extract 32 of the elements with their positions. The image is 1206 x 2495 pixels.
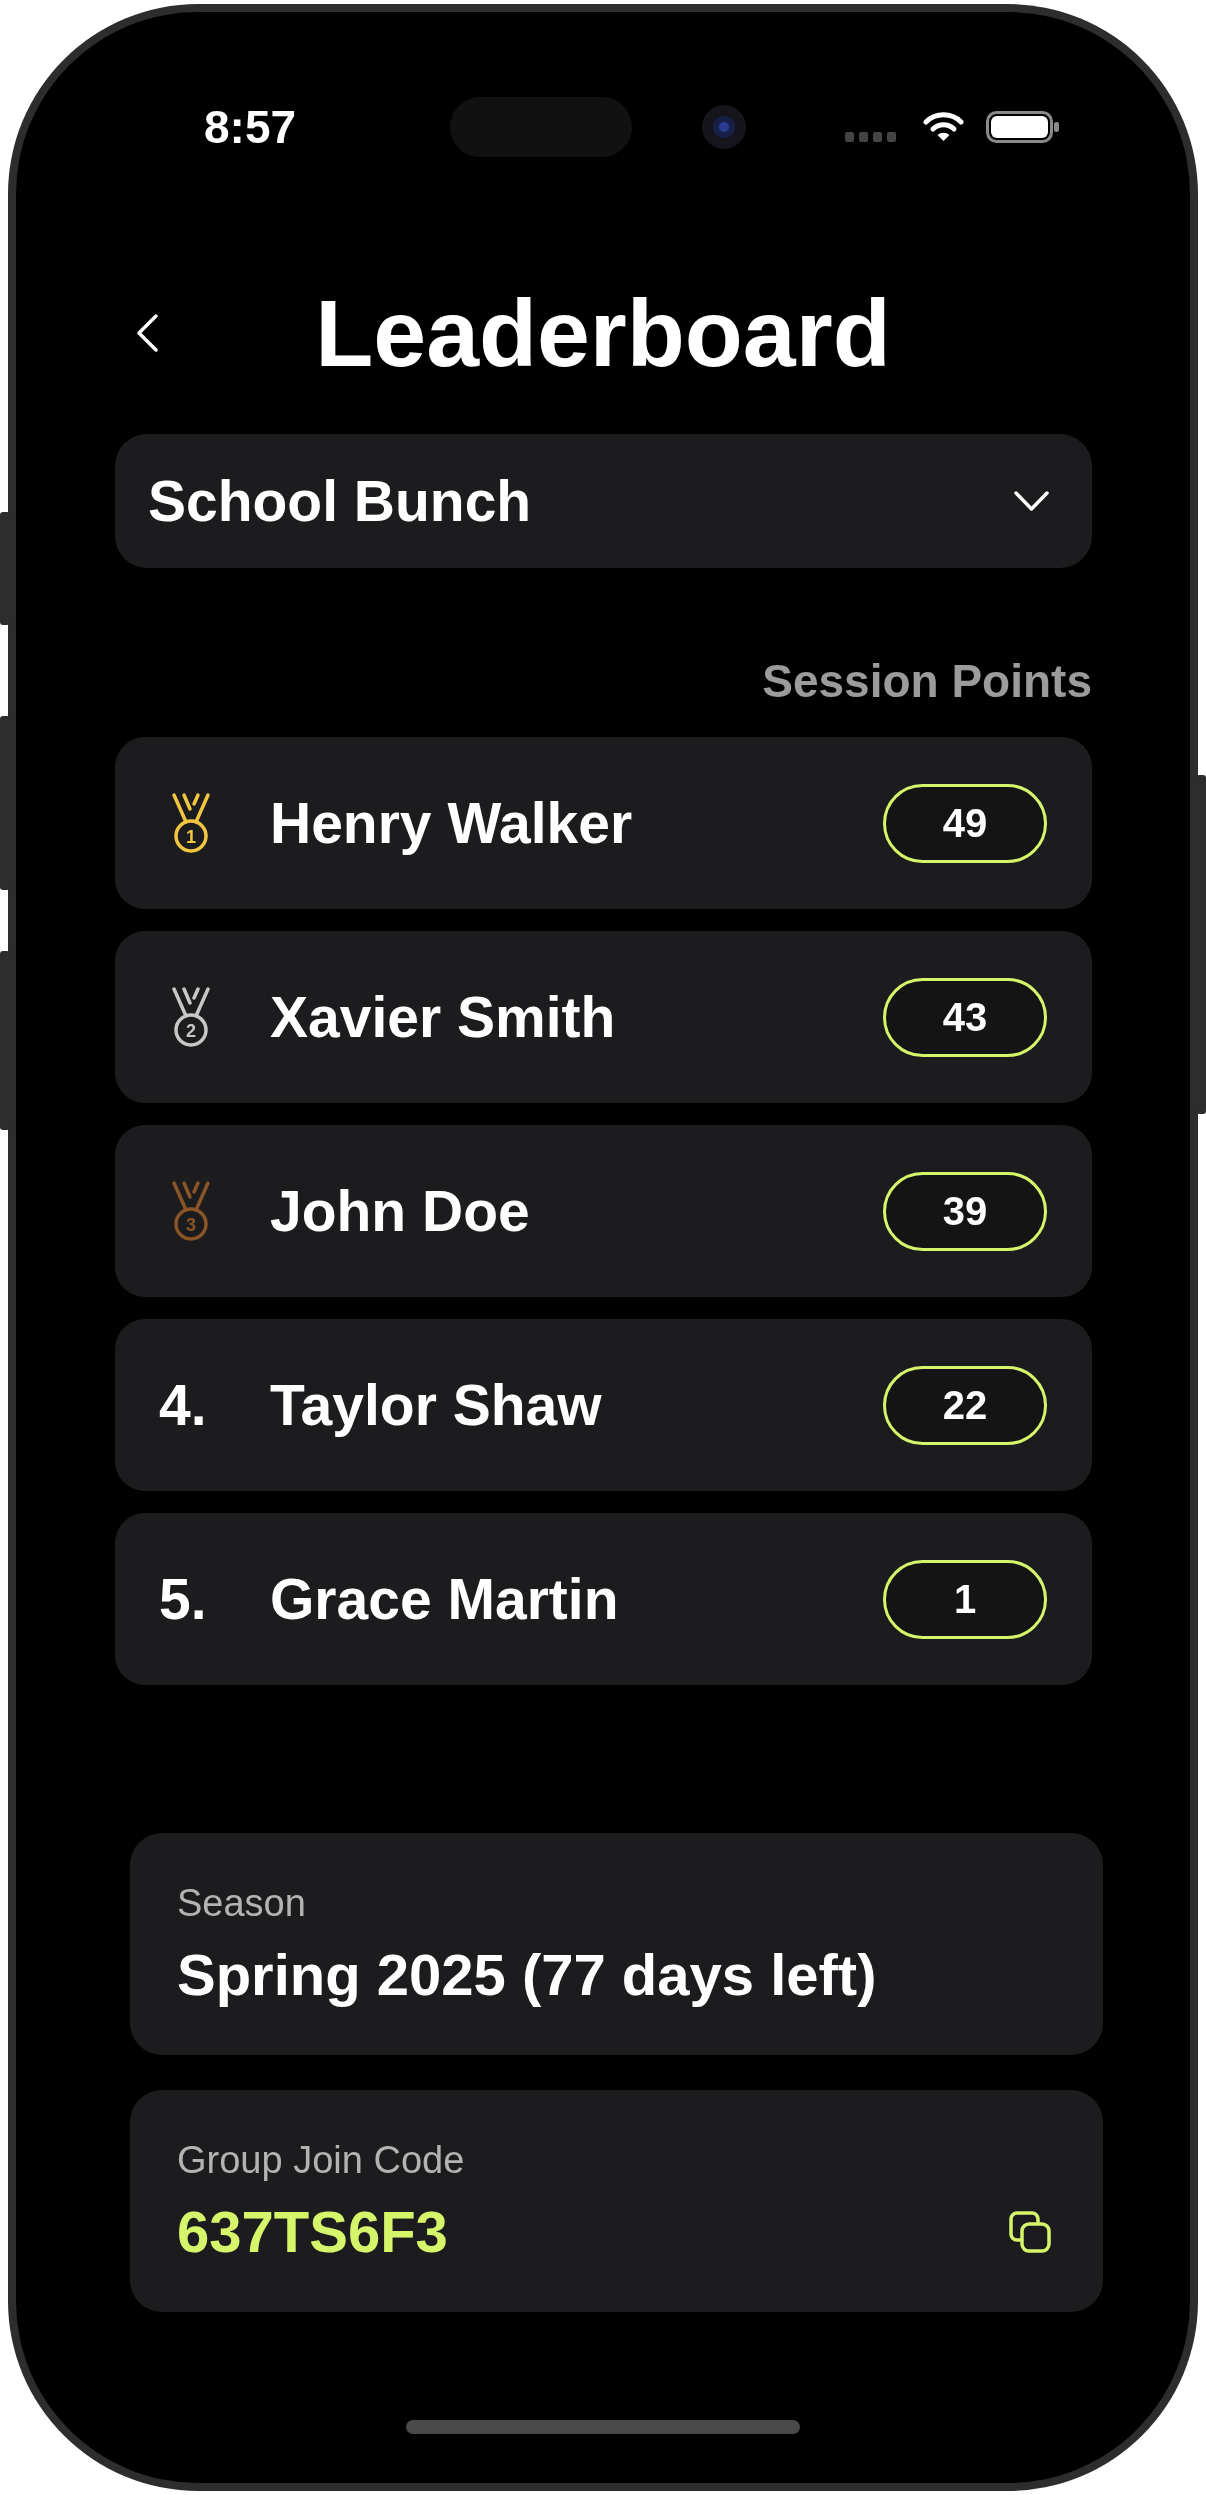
column-heading: Session Points bbox=[762, 654, 1092, 709]
card-label: Season bbox=[177, 1881, 307, 1926]
points-badge: 39 bbox=[883, 1171, 1047, 1251]
player-name: Grace Martin bbox=[270, 1565, 620, 1633]
side-button[interactable] bbox=[0, 716, 10, 890]
rank-number: 5. bbox=[159, 1565, 207, 1633]
group-dropdown[interactable]: School Bunch bbox=[115, 434, 1092, 568]
copy-button[interactable] bbox=[1008, 2210, 1052, 2254]
wifi-icon bbox=[923, 111, 964, 143]
chevron-down-icon bbox=[1013, 490, 1050, 512]
player-name: Xavier Smith bbox=[270, 983, 617, 1051]
rank-number: 4. bbox=[159, 1371, 207, 1439]
player-name: John Doe bbox=[270, 1177, 531, 1245]
camera-lens-icon bbox=[702, 105, 746, 149]
card-label: Group Join Code bbox=[177, 2138, 466, 2183]
join-code: 637TS6F3 bbox=[177, 2199, 448, 2265]
player-name: Taylor Shaw bbox=[270, 1371, 603, 1439]
chevron-left-icon bbox=[135, 313, 159, 353]
status-time: 8:57 bbox=[204, 100, 298, 155]
side-button[interactable] bbox=[0, 512, 10, 625]
side-button[interactable] bbox=[0, 951, 10, 1130]
season-value: Spring 2025 (77 days left) bbox=[177, 1942, 877, 2008]
signal-icon bbox=[845, 132, 896, 142]
points-badge: 43 bbox=[883, 977, 1047, 1057]
points-badge: 49 bbox=[883, 783, 1047, 863]
player-name: Henry Walker bbox=[270, 789, 634, 857]
copy-icon bbox=[1008, 2210, 1052, 2254]
page-title: Leaderboard bbox=[315, 280, 891, 386]
points-badge: 22 bbox=[883, 1365, 1047, 1445]
points-badge: 1 bbox=[883, 1559, 1047, 1639]
side-button[interactable] bbox=[1196, 775, 1206, 1114]
battery-icon bbox=[986, 111, 1060, 143]
